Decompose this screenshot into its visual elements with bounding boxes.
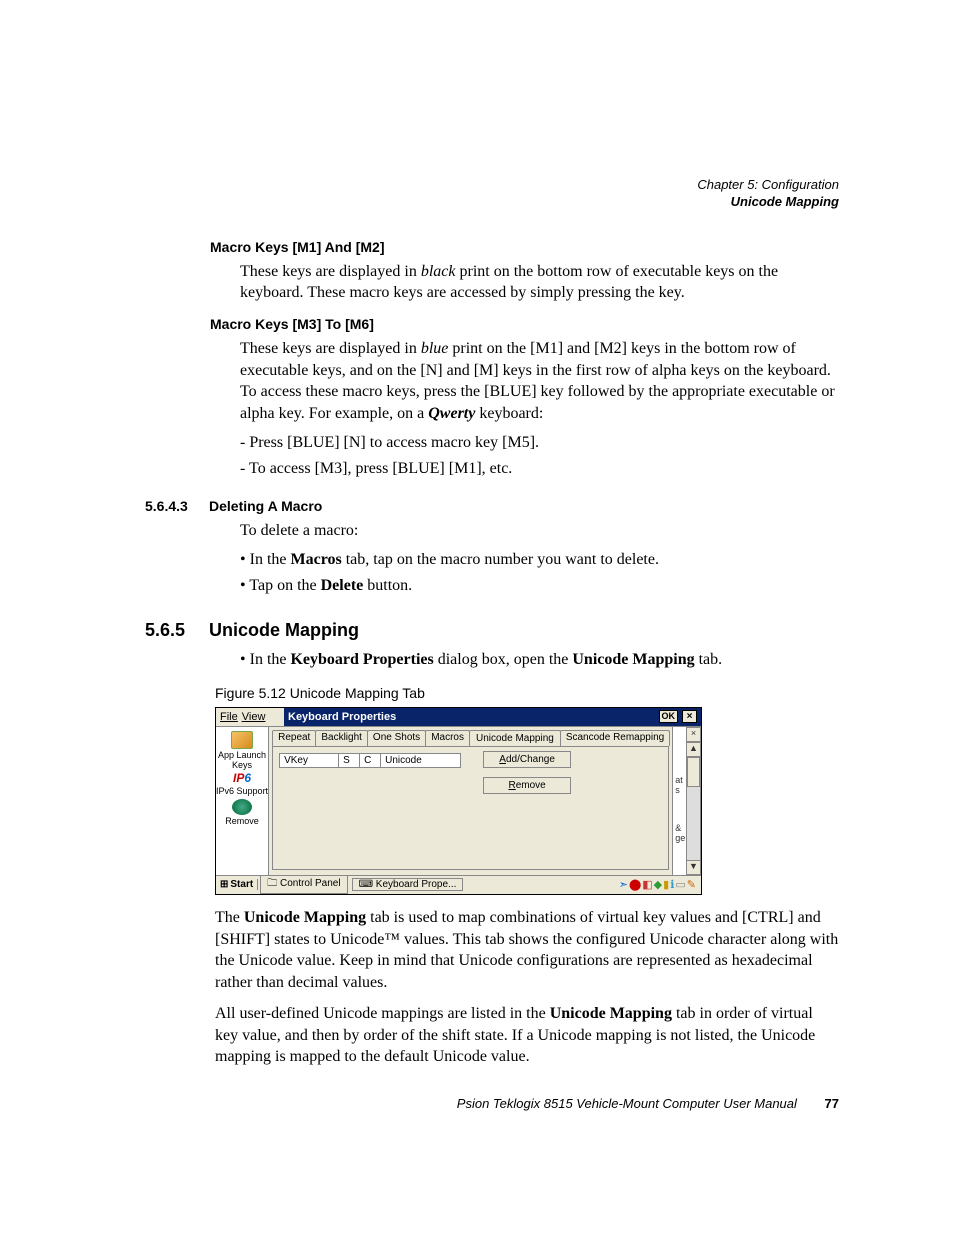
heading-unicode-mapping: 5.6.5Unicode Mapping bbox=[145, 620, 839, 641]
heading-macro-m1-m2: Macro Keys [M1] And [M2] bbox=[210, 239, 839, 255]
col-c[interactable]: C bbox=[360, 754, 381, 767]
tab-panel: VKey S C Unicode Add/Change Remove bbox=[272, 746, 669, 870]
ipv6-icon[interactable]: IP6 bbox=[233, 771, 251, 785]
col-unicode[interactable]: Unicode bbox=[381, 754, 460, 767]
titlebar: Keyboard Properties OK × bbox=[284, 708, 701, 726]
macro-m3-m6-steps: Press [BLUE] [N] to access macro key [M5… bbox=[240, 430, 839, 481]
tray-icon[interactable]: ⬤ bbox=[629, 879, 642, 891]
list-item: To access [M3], press [BLUE] [M1], etc. bbox=[240, 456, 839, 482]
mapping-list-header: VKey S C Unicode bbox=[279, 753, 461, 768]
background-window-sliver: × ▲ ▼ ats &ge bbox=[672, 727, 701, 875]
tab-macros[interactable]: Macros bbox=[425, 730, 470, 746]
control-panel-sidebar: App Launch Keys IP6 IPv6 Support Remove bbox=[216, 727, 269, 875]
page-number: 77 bbox=[825, 1096, 839, 1111]
ok-button[interactable]: OK bbox=[659, 710, 679, 723]
heading-macro-m3-m6: Macro Keys [M3] To [M6] bbox=[210, 316, 839, 332]
close-button[interactable]: × bbox=[682, 710, 697, 723]
keyboard-properties-dialog: File View Keyboard Properties OK × App L… bbox=[215, 707, 702, 895]
tray-icon[interactable]: ◆ bbox=[654, 879, 663, 891]
sidebar-label-app: App Launch Keys bbox=[216, 750, 268, 770]
list-item: In the Macros tab, tap on the macro numb… bbox=[240, 547, 839, 573]
para-unicode-2: All user-defined Unicode mappings are li… bbox=[215, 1003, 839, 1068]
scrollbar[interactable] bbox=[686, 757, 701, 860]
footer-title: Psion Teklogix 8515 Vehicle-Mount Comput… bbox=[457, 1096, 797, 1111]
body-macro-m1-m2: These keys are displayed in black print … bbox=[240, 261, 839, 304]
window-title: Keyboard Properties bbox=[288, 711, 396, 723]
sidebar-label-remove: Remove bbox=[225, 816, 259, 826]
menu-file[interactable]: File bbox=[220, 711, 238, 723]
tray-icon[interactable]: ▭ bbox=[675, 879, 686, 891]
figure-caption: Figure 5.12 Unicode Mapping Tab bbox=[215, 685, 839, 701]
list-item: In the Keyboard Properties dialog box, o… bbox=[240, 647, 839, 673]
scroll-thumb[interactable] bbox=[687, 757, 700, 787]
page-footer: Psion Teklogix 8515 Vehicle-Mount Comput… bbox=[125, 1096, 839, 1111]
tab-one-shots[interactable]: One Shots bbox=[367, 730, 426, 746]
heading-deleting-macro: 5.6.4.3Deleting A Macro bbox=[145, 498, 839, 514]
scroll-down-icon[interactable]: ▼ bbox=[686, 860, 701, 875]
menubar: File View Keyboard Properties OK × bbox=[216, 708, 701, 727]
bg-text-frag: ats bbox=[675, 775, 683, 795]
folder-icon: 🗀 bbox=[267, 878, 277, 889]
tray-icon[interactable]: ◧ bbox=[642, 879, 653, 891]
col-vkey[interactable]: VKey bbox=[280, 754, 339, 767]
unicode-steps: In the Keyboard Properties dialog box, o… bbox=[240, 647, 839, 673]
page-header: Chapter 5: Configuration Unicode Mapping bbox=[125, 177, 839, 211]
windows-logo-icon: ⊞ bbox=[220, 879, 228, 890]
system-tray[interactable]: ➣⬤◧◆▮ℹ▭✎ bbox=[615, 878, 701, 891]
deleting-intro: To delete a macro: bbox=[240, 520, 839, 542]
close-icon[interactable]: × bbox=[686, 727, 701, 742]
bg-text-frag2: &ge bbox=[675, 823, 685, 843]
remove-button[interactable]: Remove bbox=[483, 777, 571, 794]
sidebar-label-ipv6: IPv6 Support bbox=[216, 786, 268, 796]
body-macro-m3-m6: These keys are displayed in blue print o… bbox=[240, 338, 839, 424]
header-section: Unicode Mapping bbox=[125, 194, 839, 211]
list-item: Tap on the Delete button. bbox=[240, 573, 839, 599]
tray-icon[interactable]: ➣ bbox=[619, 879, 629, 891]
header-chapter: Chapter 5: Configuration bbox=[125, 177, 839, 194]
app-launch-keys-icon[interactable] bbox=[231, 731, 253, 749]
tab-unicode-mapping[interactable]: Unicode Mapping bbox=[469, 730, 561, 746]
scroll-up-icon[interactable]: ▲ bbox=[686, 742, 701, 757]
taskbar: ⊞ Start 🗀 Control Panel ⌨ Keyboard Prope… bbox=[216, 875, 701, 894]
dialog-main: Repeat Backlight One Shots Macros Unicod… bbox=[269, 727, 672, 875]
tab-repeat[interactable]: Repeat bbox=[272, 730, 316, 746]
deleting-steps: In the Macros tab, tap on the macro numb… bbox=[240, 547, 839, 598]
keyboard-icon: ⌨ bbox=[359, 879, 373, 890]
menu-view[interactable]: View bbox=[242, 711, 266, 723]
start-button[interactable]: ⊞ Start bbox=[216, 879, 258, 890]
tray-icon[interactable]: ✎ bbox=[687, 879, 697, 891]
taskbar-item-control-panel[interactable]: 🗀 Control Panel bbox=[260, 875, 347, 894]
tab-strip: Repeat Backlight One Shots Macros Unicod… bbox=[272, 730, 669, 746]
tab-backlight[interactable]: Backlight bbox=[315, 730, 368, 746]
list-item: Press [BLUE] [N] to access macro key [M5… bbox=[240, 430, 839, 456]
remove-programs-icon[interactable] bbox=[232, 799, 252, 815]
taskbar-item-keyboard-props[interactable]: ⌨ Keyboard Prope... bbox=[352, 878, 464, 891]
para-unicode-1: The Unicode Mapping tab is used to map c… bbox=[215, 907, 839, 993]
add-change-button[interactable]: Add/Change bbox=[483, 751, 571, 768]
tab-scancode-remapping[interactable]: Scancode Remapping bbox=[560, 730, 670, 746]
col-s[interactable]: S bbox=[339, 754, 360, 767]
